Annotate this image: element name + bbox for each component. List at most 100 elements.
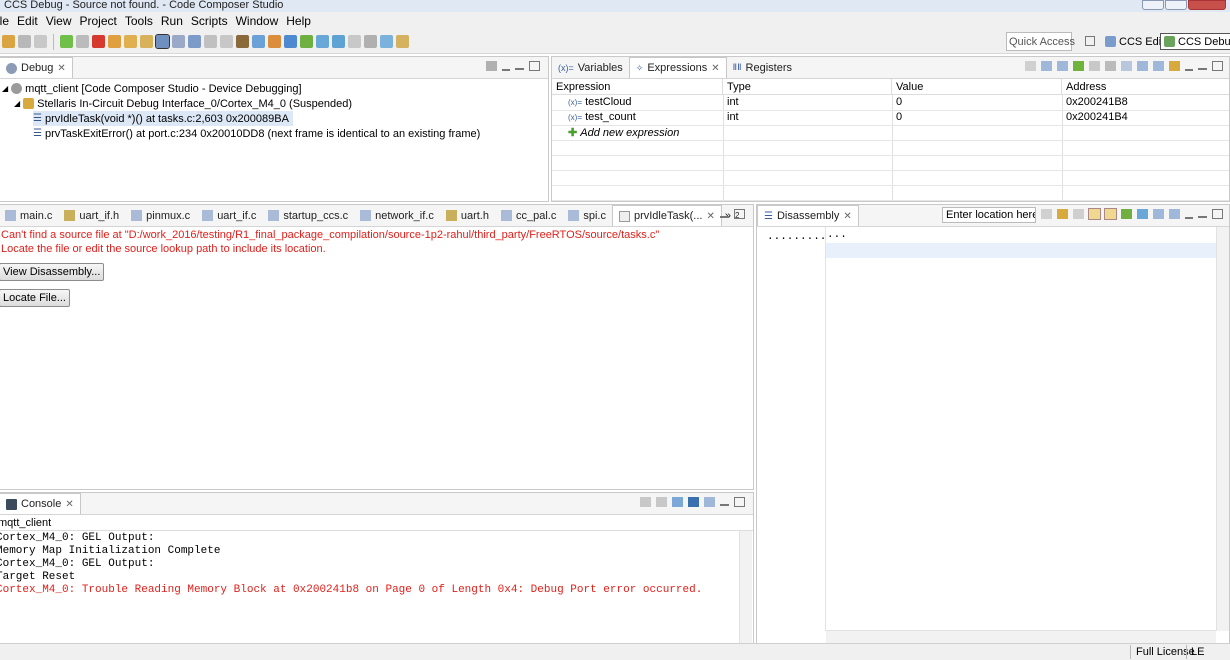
annotation-icon[interactable] [396, 35, 409, 48]
menu-window[interactable]: Window [236, 14, 279, 28]
vertical-scrollbar[interactable] [1216, 227, 1229, 631]
open-perspective-icon[interactable] [1085, 36, 1095, 46]
save-icon[interactable] [18, 35, 31, 48]
tab-network-if-c[interactable]: network_if.c [354, 205, 440, 226]
new-view-icon[interactable] [1153, 209, 1164, 219]
restart-icon[interactable] [204, 35, 217, 48]
menu-scripts[interactable]: Scripts [191, 14, 228, 28]
home-icon[interactable] [1073, 209, 1084, 219]
save-all-icon[interactable] [34, 35, 47, 48]
minimize-icon[interactable] [515, 68, 524, 70]
scroll-lock-icon[interactable] [656, 497, 667, 507]
column-type[interactable]: Type [723, 79, 892, 95]
breakpoint-icon[interactable] [380, 35, 393, 48]
assembly-step-icon[interactable] [172, 35, 185, 48]
tab-main-c[interactable]: main.c [0, 205, 58, 226]
collapse-icon[interactable]: ◢ [2, 84, 8, 93]
terminate-icon[interactable] [92, 35, 105, 48]
perspective-ccs-debug[interactable]: CCS Debug [1160, 33, 1230, 50]
add-new-expression[interactable]: ✚ Add new expression [564, 125, 683, 140]
tab-debug[interactable]: Debug ✕ [0, 57, 73, 78]
close-icon[interactable]: ✕ [706, 211, 714, 222]
tab-disassembly[interactable]: ☰ Disassembly ✕ [757, 205, 859, 226]
locate-file-button[interactable]: Locate File... [0, 289, 70, 307]
ground-icon[interactable] [220, 35, 233, 48]
refresh-icon[interactable] [1137, 209, 1148, 219]
tab-variables[interactable]: (x)= Variables [552, 57, 629, 78]
resume-icon[interactable] [60, 35, 73, 48]
column-address[interactable]: Address [1062, 79, 1229, 95]
pin-console-icon[interactable] [672, 497, 683, 507]
step-icon[interactable] [1121, 209, 1132, 219]
tab-uart-if-h[interactable]: uart_if.h [58, 205, 125, 226]
tab-console[interactable]: Console ✕ [0, 493, 81, 514]
step-return-icon[interactable] [140, 35, 153, 48]
remove-terminated-icon[interactable] [486, 61, 497, 71]
tab-expressions[interactable]: ✧ Expressions ✕ [628, 57, 727, 78]
tree-item-session[interactable]: ◢ mqtt_client [Code Composer Studio - De… [2, 81, 302, 96]
view-menu-icon[interactable] [1185, 61, 1193, 71]
value-cell[interactable]: 0 [892, 110, 906, 125]
add-expression-icon[interactable] [1073, 61, 1084, 71]
instruction-stepping-icon[interactable] [155, 34, 170, 49]
import-icon[interactable] [1137, 61, 1148, 71]
collapse-icon[interactable]: ◢ [14, 99, 20, 108]
go-icon[interactable] [1041, 209, 1052, 219]
tab-registers[interactable]: ⅡⅡ Registers [727, 57, 798, 78]
reset-cpu-icon[interactable] [188, 35, 201, 48]
maximize-icon[interactable] [1212, 209, 1223, 219]
new-icon[interactable] [2, 35, 15, 48]
remove-all-icon[interactable] [1105, 61, 1116, 71]
search-icon[interactable] [332, 35, 345, 48]
tab-spi-c[interactable]: spi.c [562, 205, 612, 226]
horizontal-scrollbar[interactable] [826, 630, 1216, 643]
minimize-icon[interactable] [1198, 216, 1207, 218]
export-icon[interactable] [1153, 61, 1164, 71]
menu-file[interactable]: ile [0, 14, 9, 28]
column-value[interactable]: Value [892, 79, 1062, 95]
show-symbols-icon[interactable] [1104, 208, 1117, 220]
close-icon[interactable]: ✕ [65, 499, 73, 510]
show-type-icon[interactable] [1041, 61, 1052, 71]
refresh-icon[interactable] [1121, 61, 1132, 71]
menu-edit[interactable]: Edit [17, 14, 38, 28]
console-scrollbar[interactable] [739, 531, 752, 643]
close-icon[interactable]: ✕ [711, 63, 719, 74]
tree-item-thread[interactable]: ◢ Stellaris In-Circuit Debug Interface_0… [14, 96, 352, 111]
tab-uart-if-c[interactable]: uart_if.c [196, 205, 262, 226]
step-into-icon[interactable] [108, 35, 121, 48]
maximize-icon[interactable] [734, 209, 745, 219]
maximize-icon[interactable] [734, 497, 745, 507]
menu-tools[interactable]: Tools [125, 14, 153, 28]
maximize-icon[interactable] [529, 61, 540, 71]
tree-item-frame-selected[interactable]: ☰ prvIdleTask(void *)() at tasks.c:2,603… [33, 111, 293, 126]
maximize-button[interactable] [1165, 0, 1187, 10]
tree-item-frame[interactable]: ☰ prvTaskExitError() at port.c:234 0x200… [33, 126, 480, 141]
value-cell[interactable]: 0 [892, 95, 906, 110]
clear-console-icon[interactable] [640, 497, 651, 507]
perspective-ccs-edit[interactable]: CCS Edit [1102, 33, 1167, 50]
layout-icon[interactable] [1057, 61, 1068, 71]
maximize-icon[interactable] [1212, 61, 1223, 71]
menu-help[interactable]: Help [286, 14, 311, 28]
refresh-icon[interactable] [316, 35, 329, 48]
close-button[interactable] [1188, 0, 1226, 10]
link-icon[interactable] [1057, 209, 1068, 219]
tab-prvidletask[interactable]: prvIdleTask(... ✕ [611, 205, 722, 226]
display-console-icon[interactable] [688, 497, 699, 507]
close-icon[interactable]: ✕ [843, 211, 851, 222]
tab-cc-pal-c[interactable]: cc_pal.c [495, 205, 562, 226]
close-icon[interactable]: ✕ [57, 63, 65, 74]
quick-access-input[interactable]: Quick Access [1006, 32, 1075, 51]
view-menu-icon[interactable] [502, 61, 510, 71]
minimize-button[interactable] [1142, 0, 1164, 10]
collapse-all-icon[interactable] [1025, 61, 1036, 71]
open-console-icon[interactable] [704, 497, 715, 507]
load-program-icon[interactable] [252, 35, 265, 48]
column-expression[interactable]: Expression [552, 79, 723, 95]
show-source-icon[interactable] [1088, 208, 1101, 220]
view-menu-icon[interactable] [1185, 209, 1193, 219]
settings-icon[interactable] [364, 35, 377, 48]
pin-icon[interactable] [1169, 61, 1180, 71]
location-input[interactable]: Enter location here [942, 207, 1036, 223]
